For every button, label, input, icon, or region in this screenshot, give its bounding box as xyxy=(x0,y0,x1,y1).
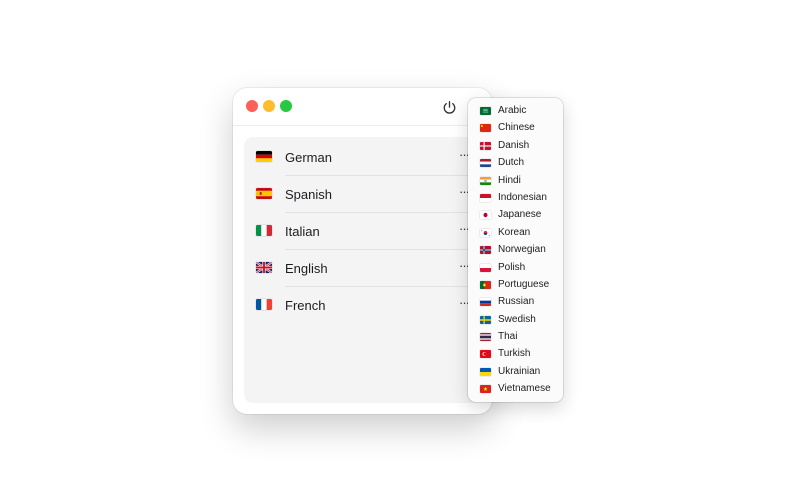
menu-item-indonesian[interactable]: Indonesian xyxy=(468,189,563,206)
menu-item-japanese[interactable]: Japanese xyxy=(468,206,563,223)
vn-flag-icon xyxy=(480,385,491,394)
language-name: French xyxy=(285,298,326,313)
menu-item-arabic[interactable]: Arabic xyxy=(468,102,563,119)
tr-flag-icon xyxy=(480,350,491,359)
menu-item-korean[interactable]: Korean xyxy=(468,224,563,241)
in-flag-icon xyxy=(480,176,491,185)
de-flag-icon xyxy=(256,151,272,162)
language-dropdown-menu: Arabic Chinese Danish Dutch Hindi Indone… xyxy=(468,98,563,402)
es-flag-icon xyxy=(256,188,272,199)
it-flag-icon xyxy=(256,225,272,236)
minimize-window-button[interactable] xyxy=(263,100,275,112)
menu-item-vietnamese[interactable]: Vietnamese xyxy=(468,380,563,397)
list-item[interactable]: Italian ··· xyxy=(244,213,481,250)
kr-flag-icon xyxy=(480,228,491,237)
power-button[interactable] xyxy=(435,94,463,120)
th-flag-icon xyxy=(480,333,491,342)
ru-flag-icon xyxy=(480,298,491,307)
cn-flag-icon xyxy=(480,124,491,133)
language-name: Spanish xyxy=(285,187,332,202)
menu-item-polish[interactable]: Polish xyxy=(468,259,563,276)
menu-item-portuguese[interactable]: Portuguese xyxy=(468,276,563,293)
power-icon xyxy=(443,100,455,114)
app-window: German ··· Spanish ··· Italian ··· Engli… xyxy=(233,88,492,414)
pt-flag-icon xyxy=(480,280,491,289)
gb-flag-icon xyxy=(256,262,272,273)
language-name: Italian xyxy=(285,224,320,239)
sa-flag-icon xyxy=(480,107,491,115)
language-name: German xyxy=(285,150,332,165)
menu-item-hindi[interactable]: Hindi xyxy=(468,172,563,189)
dk-flag-icon xyxy=(480,141,491,150)
language-name: English xyxy=(285,261,328,276)
menu-item-russian[interactable]: Russian xyxy=(468,293,563,310)
menu-item-chinese[interactable]: Chinese xyxy=(468,119,563,136)
ua-flag-icon xyxy=(480,367,491,376)
nl-flag-icon xyxy=(480,159,491,168)
se-flag-icon xyxy=(480,315,491,324)
selected-languages-list: German ··· Spanish ··· Italian ··· Engli… xyxy=(244,137,481,403)
no-flag-icon xyxy=(480,246,491,255)
list-item[interactable]: German ··· xyxy=(244,139,481,176)
fr-flag-icon xyxy=(256,299,272,310)
menu-item-swedish[interactable]: Swedish xyxy=(468,311,563,328)
pl-flag-icon xyxy=(480,263,491,272)
title-bar xyxy=(233,88,492,126)
maximize-window-button[interactable] xyxy=(280,100,292,112)
menu-item-thai[interactable]: Thai xyxy=(468,328,563,345)
list-item[interactable]: English ··· xyxy=(244,250,481,287)
menu-item-dutch[interactable]: Dutch xyxy=(468,154,563,171)
menu-item-norwegian[interactable]: Norwegian xyxy=(468,241,563,258)
list-item[interactable]: French ··· xyxy=(244,287,481,324)
jp-flag-icon xyxy=(480,211,491,220)
close-window-button[interactable] xyxy=(246,100,258,112)
id-flag-icon xyxy=(480,193,491,202)
list-item[interactable]: Spanish ··· xyxy=(244,176,481,213)
menu-item-danish[interactable]: Danish xyxy=(468,137,563,154)
menu-item-turkish[interactable]: Turkish xyxy=(468,345,563,362)
menu-item-ukrainian[interactable]: Ukrainian xyxy=(468,363,563,380)
